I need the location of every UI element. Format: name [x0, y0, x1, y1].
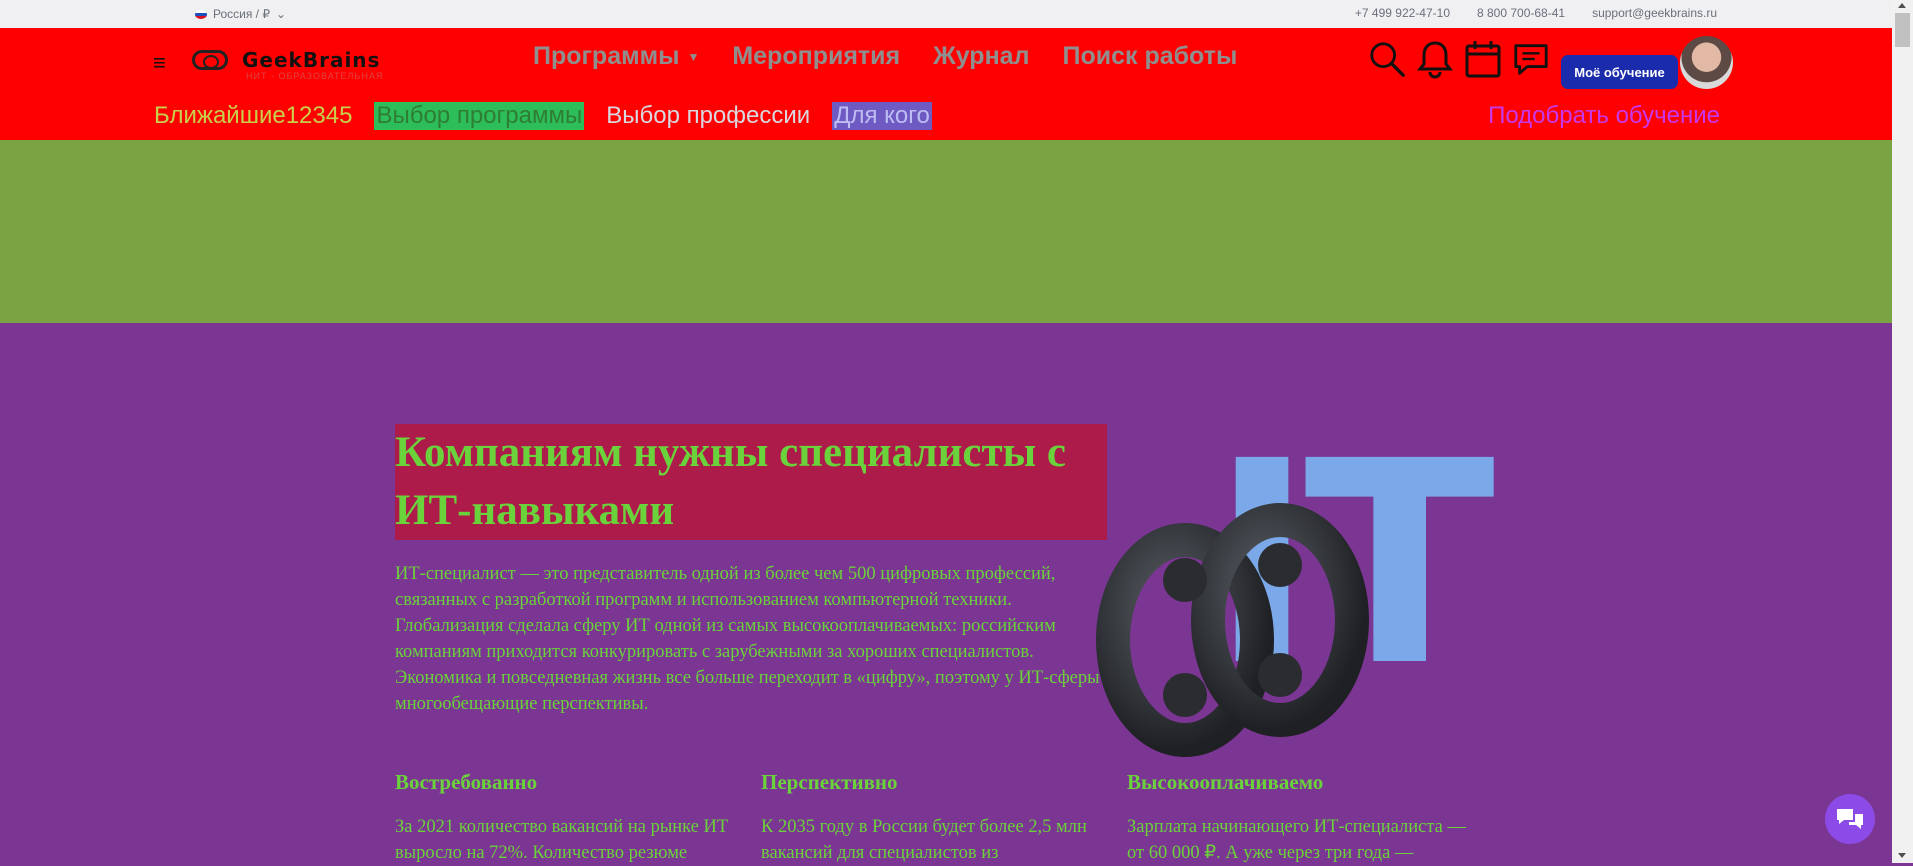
support-chat-button[interactable] — [1825, 794, 1875, 844]
russia-flag-icon — [195, 9, 207, 19]
avatar[interactable] — [1680, 36, 1733, 89]
feature-text-salary: Зарплата начинающего ИТ-специалиста — от… — [1127, 817, 1467, 863]
hero-text: ИТ-специалист — это представитель одной … — [395, 564, 1100, 714]
geekbrains-logo[interactable]: GeekBrains — [192, 48, 380, 72]
nav-events[interactable]: Мероприятия — [732, 42, 900, 71]
chat-bubbles-icon — [1837, 809, 1863, 829]
main-nav: Программы ▼ Мероприятия Журнал Поиск рабо… — [533, 42, 1237, 71]
nav-programs[interactable]: Программы ▼ — [533, 42, 699, 71]
pick-training-link[interactable]: Подобрать обучение — [1488, 102, 1720, 130]
subnav-program-choice[interactable]: Выбор программы — [374, 102, 585, 130]
vertical-scrollbar[interactable] — [1892, 0, 1913, 863]
nav-journal[interactable]: Журнал — [933, 42, 1029, 71]
scroll-up-arrow-icon[interactable] — [1898, 3, 1906, 8]
feature-title-salary: Высокооплачиваемо — [1127, 770, 1324, 794]
feature-text-demand: За 2021 количество вакансий на рынке ИТ … — [395, 817, 729, 863]
my-learning-button[interactable]: Моё обучение — [1561, 55, 1678, 89]
logo-text: GeekBrains — [242, 48, 381, 72]
nav-programs-label: Программы — [533, 42, 680, 70]
chat-icon[interactable] — [1512, 38, 1550, 80]
calendar-icon[interactable] — [1464, 38, 1502, 80]
top-info-bar: Россия / ₽ ⌄ +7 499 922-47-10 8 800 700-… — [0, 0, 1892, 28]
it-illustration: IT — [1090, 425, 1495, 770]
feature-title-prospects: Перспективно — [761, 770, 898, 794]
support-email[interactable]: support@geekbrains.ru — [1592, 6, 1717, 20]
feature-title-demand: Востребованно — [395, 770, 538, 794]
contacts: +7 499 922-47-10 8 800 700-68-41 support… — [1355, 6, 1717, 20]
region-label: Россия / ₽ — [213, 7, 270, 21]
subnav-for-whom[interactable]: Для кого — [832, 102, 932, 130]
feature-text-prospects: К 2035 году в России будет более 2,5 млн… — [761, 817, 1087, 863]
chevron-down-icon: ⌄ — [276, 7, 287, 21]
banner-placeholder — [0, 140, 1892, 323]
bell-icon[interactable] — [1416, 38, 1454, 80]
site-header: ≡ GeekBrains НИТ - ОБРАЗОВАТЕЛЬНАЯ Прогр… — [0, 28, 1892, 140]
phone-free[interactable]: 8 800 700-68-41 — [1477, 6, 1565, 20]
caret-down-icon: ▼ — [687, 50, 700, 65]
region-selector[interactable]: Россия / ₽ ⌄ — [195, 7, 286, 21]
nav-jobs[interactable]: Поиск работы — [1062, 42, 1237, 71]
hero-title: Компаниям нужны специалисты с ИТ-навыкам… — [395, 424, 1107, 540]
header-icons — [1368, 38, 1550, 80]
menu-icon[interactable]: ≡ — [153, 50, 166, 76]
subnav-profession-choice[interactable]: Выбор профессии — [606, 102, 810, 130]
geekbrains-chain-icon — [1096, 503, 1369, 757]
phone-moscow[interactable]: +7 499 922-47-10 — [1355, 6, 1450, 20]
subnav-nearest[interactable]: Ближайшие12345 — [154, 102, 352, 130]
logo-subtitle: НИТ - ОБРАЗОВАТЕЛЬНАЯ — [246, 71, 384, 81]
search-icon[interactable] — [1368, 38, 1406, 80]
logo-icon — [192, 50, 228, 70]
scroll-down-arrow-icon[interactable] — [1898, 853, 1906, 858]
scrollbar-thumb[interactable] — [1895, 13, 1910, 47]
sub-nav: Ближайшие12345 Выбор программы Выбор про… — [154, 102, 932, 130]
